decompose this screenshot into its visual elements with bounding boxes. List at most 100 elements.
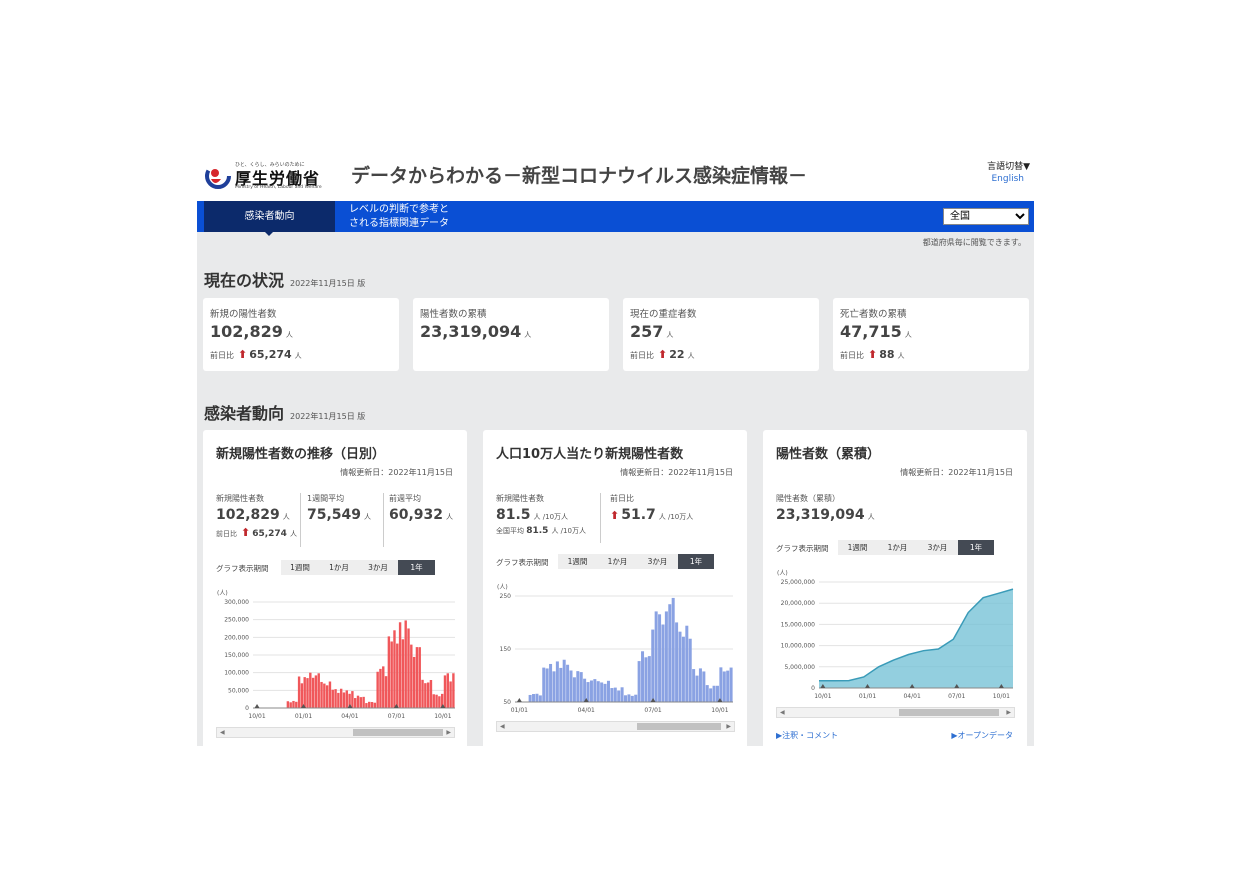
bar [675,622,679,702]
bar [382,666,385,708]
bar [292,700,295,708]
bar [317,673,320,708]
region-select[interactable]: 全国 [943,208,1029,225]
bar [569,670,573,702]
metric-sub: 前日比 ⬆ 65,274 人 [216,526,297,539]
period-tab-3months[interactable]: 3か月 [918,540,957,555]
stat-label: 死亡者数の累積 [840,309,907,320]
x-tick-label: 10/01 [248,713,265,720]
scroll-thumb[interactable] [637,723,721,730]
x-tick-marker-icon [254,704,260,708]
mhlw-logo[interactable]: ひと、くらし、みらいのために 厚生労働省 Ministry of Health,… [205,161,325,191]
bar [342,692,346,708]
bar [692,669,696,702]
current-status-heading: 現在の状況 2022年11月15日 版 [204,267,365,291]
metric-value: 102,829 人 [216,507,297,523]
current-status-title: 現在の状況 [204,271,285,290]
scroll-right-arrow-icon[interactable]: ▶ [726,722,731,731]
metric-unit: 人 [867,513,875,521]
open-data-link[interactable]: ▶オープンデータ [951,730,1013,741]
y-tick-label: 0 [245,705,249,712]
bar [446,673,449,708]
bar [345,690,348,708]
chart-scrollbar[interactable]: ◀ ▶ [216,727,455,738]
y-tick-label: 5,000,000 [784,664,815,671]
current-status-date: 2022年11月15日 版 [290,279,366,288]
period-tab-1week[interactable]: 1週間 [281,560,319,575]
scroll-left-arrow-icon[interactable]: ◀ [500,722,505,731]
bar [641,651,645,702]
scroll-thumb[interactable] [353,729,443,736]
bar [309,672,312,708]
bar [311,677,315,708]
chart-scrollbar[interactable]: ◀ ▶ [496,721,735,732]
period-tabs: 1週間 1か月 3か月 1年 [838,540,994,555]
bar [620,687,624,702]
logo-english: Ministry of Health, Labour and Welfare [235,185,322,190]
stat-diff: 前日比 ⬆ 65,274 人 [210,348,302,361]
bar [415,647,419,708]
bar [668,604,672,702]
stat-diff: 前日比 ⬆ 88 人 [840,348,905,361]
scroll-right-arrow-icon[interactable]: ▶ [446,728,451,737]
up-arrow-icon: ⬆ [610,509,620,522]
bar [603,683,607,702]
bar [542,667,546,702]
tab-infection-trend[interactable]: 感染者動向 [204,201,335,232]
period-tab-3months[interactable]: 3か月 [638,554,677,569]
x-tick-label: 10/01 [434,713,451,720]
period-tab-1week[interactable]: 1週間 [558,554,597,569]
bar [449,681,452,708]
stat-diff-value: 88 [879,348,895,361]
bar [586,682,590,702]
stat-value: 257 人 [630,322,673,341]
period-tab-3months[interactable]: 3か月 [359,560,397,575]
bar [705,685,709,702]
scroll-thumb[interactable] [899,709,999,716]
up-arrow-icon: ⬆ [238,348,248,361]
scroll-left-arrow-icon[interactable]: ◀ [220,728,225,737]
mhlw-logo-icon [205,163,231,189]
bar [528,694,532,702]
scroll-left-arrow-icon[interactable]: ◀ [780,708,785,717]
bar [647,656,651,702]
period-tab-1week[interactable]: 1週間 [838,540,877,555]
period-tab-1year[interactable]: 1年 [398,560,435,575]
bar [654,611,658,702]
english-link[interactable]: English [992,174,1025,184]
period-tab-1year[interactable]: 1年 [958,540,994,555]
period-tab-1month[interactable]: 1か月 [320,560,358,575]
bar [634,694,638,702]
y-tick-label: 0 [811,685,815,692]
bar [303,677,306,708]
tab-level-indicators[interactable]: レベルの判断で参考と される指標関連データ [349,203,479,231]
stat-diff: 前日比 ⬆ 22 人 [630,348,695,361]
period-tab-1month[interactable]: 1か月 [598,554,637,569]
y-tick-label: 150 [500,646,512,653]
y-tick-label: 50 [503,699,511,706]
card-updated: 情報更新日：2022年11月15日 [340,468,453,477]
bar [671,597,675,702]
bar [606,680,610,702]
chart-scrollbar[interactable]: ◀ ▶ [776,707,1015,718]
period-tab-1month[interactable]: 1か月 [878,540,917,555]
y-tick-label: 10,000,000 [781,643,816,650]
x-tick-label: 10/01 [993,693,1010,700]
metric-value: ⬆ 51.7 人 /10万人 [610,507,693,523]
stat-diff-unit: 人 [897,352,905,360]
scroll-right-arrow-icon[interactable]: ▶ [1006,708,1011,717]
bar [407,628,410,708]
language-switch[interactable]: 言語切替▼ [987,159,1030,172]
bar [583,678,587,702]
bar [362,696,365,708]
x-tick-label: 04/01 [341,713,358,720]
bar [443,675,447,708]
notes-link[interactable]: ▶注釈・コメント [776,730,838,741]
stat-card-severe-cases: 現在の重症者数 257 人 前日比 ⬆ 22 人 [623,298,819,371]
active-tab-caret [265,232,273,236]
bar [401,639,405,708]
period-tab-1year[interactable]: 1年 [678,554,714,569]
bar [452,673,455,708]
x-tick-label: 01/01 [511,707,528,714]
bar [424,683,427,708]
